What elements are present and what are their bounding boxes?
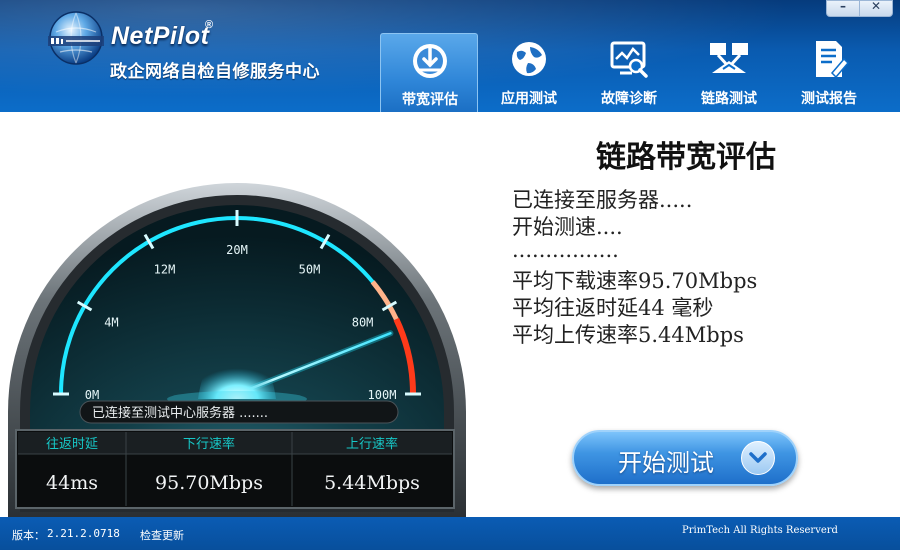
minimize-icon: – bbox=[840, 0, 846, 13]
gauge-tick-label: 4M bbox=[104, 316, 118, 330]
start-test-label: 开始测试 bbox=[618, 449, 714, 477]
status-footer: 版本： 2.21.2.0718 检查更新 PrimTech All Rights… bbox=[0, 517, 900, 550]
diagnosis-icon bbox=[610, 41, 648, 78]
start-test-button[interactable]: 开始测试 bbox=[572, 430, 798, 486]
link-test-icon bbox=[710, 43, 748, 73]
globe-icon bbox=[512, 42, 546, 76]
gauge-tick-label: 12M bbox=[154, 262, 176, 276]
tab-label: 测试报告 bbox=[801, 91, 857, 107]
gauge-tick-label: 50M bbox=[299, 262, 321, 276]
tab-bandwidth[interactable]: 带宽评估 bbox=[380, 33, 478, 112]
stat-value: 44ms bbox=[46, 472, 98, 494]
minimize-button[interactable]: – bbox=[826, 0, 860, 17]
tab-app-test[interactable]: 应用测试 bbox=[480, 33, 578, 112]
bandwidth-icon bbox=[413, 44, 447, 78]
report-icon bbox=[816, 41, 850, 79]
speed-gauge: 0M 4M 12M 20M 50M 80M 100M 已连接至测试中心服务器 .......… bbox=[8, 183, 466, 517]
tab-label: 应用测试 bbox=[501, 91, 557, 107]
version-value: 2.21.2.0718 bbox=[47, 527, 120, 540]
netpilot-logo-icon bbox=[48, 11, 104, 65]
gauge-tick-label: 0M bbox=[85, 388, 99, 402]
header-bar: NetPilot ® 政企网络自检自修服务中心 – ✕ 带宽评估 应用测试 故障… bbox=[0, 0, 900, 112]
copyright-text: PrimTech All Rights Reserverd bbox=[682, 525, 838, 536]
stat-header: 下行速率 bbox=[183, 436, 235, 452]
log-line: 平均下载速率95.70Mbps bbox=[512, 269, 758, 293]
gauge-tick-label: 20M bbox=[226, 243, 248, 257]
app-window: NetPilot ® 政企网络自检自修服务中心 – ✕ 带宽评估 应用测试 故障… bbox=[0, 0, 900, 550]
stat-value: 5.44Mbps bbox=[324, 472, 420, 494]
version-label: 版本： bbox=[12, 529, 45, 542]
assessment-title: 链路带宽评估 bbox=[596, 140, 776, 175]
log-line: 开始测速.... bbox=[512, 215, 623, 239]
stat-value: 95.70Mbps bbox=[155, 472, 263, 494]
log-line: ................ bbox=[512, 238, 619, 262]
log-line: 已连接至服务器..... bbox=[512, 188, 693, 212]
main-panel: 0M 4M 12M 20M 50M 80M 100M 已连接至测试中心服务器 .......… bbox=[0, 112, 900, 517]
stat-header: 上行速率 bbox=[346, 436, 398, 452]
logo-registered-mark: ® bbox=[205, 19, 214, 31]
tab-report[interactable]: 测试报告 bbox=[780, 33, 878, 112]
tab-label: 故障诊断 bbox=[601, 91, 657, 107]
main-tabs: 带宽评估 应用测试 故障诊断 链路测试 测试报告 bbox=[380, 33, 890, 112]
tab-diagnosis[interactable]: 故障诊断 bbox=[580, 33, 678, 112]
gauge-status-text: 已连接至测试中心服务器 ....... bbox=[92, 405, 268, 421]
gauge-tick-label: 100M bbox=[368, 388, 397, 402]
tab-label: 带宽评估 bbox=[402, 92, 458, 108]
tab-label: 链路测试 bbox=[701, 91, 757, 107]
log-line: 平均往返时延44 毫秒 bbox=[512, 296, 714, 320]
close-icon: ✕ bbox=[870, 0, 882, 13]
test-log: 已连接至服务器..... 开始测速.... ................ 平… bbox=[512, 184, 892, 347]
close-button[interactable]: ✕ bbox=[859, 0, 893, 17]
logo-name: NetPilot bbox=[111, 22, 210, 50]
log-line: 平均上传速率5.44Mbps bbox=[512, 323, 744, 347]
check-update-link[interactable]: 检查更新 bbox=[140, 527, 184, 543]
gauge-tick-label: 80M bbox=[352, 316, 374, 330]
app-subtitle: 政企网络自检自修服务中心 bbox=[110, 62, 320, 82]
stat-header: 往返时延 bbox=[46, 437, 98, 452]
chevron-down-icon bbox=[741, 441, 775, 475]
tab-link-test[interactable]: 链路测试 bbox=[680, 33, 778, 112]
